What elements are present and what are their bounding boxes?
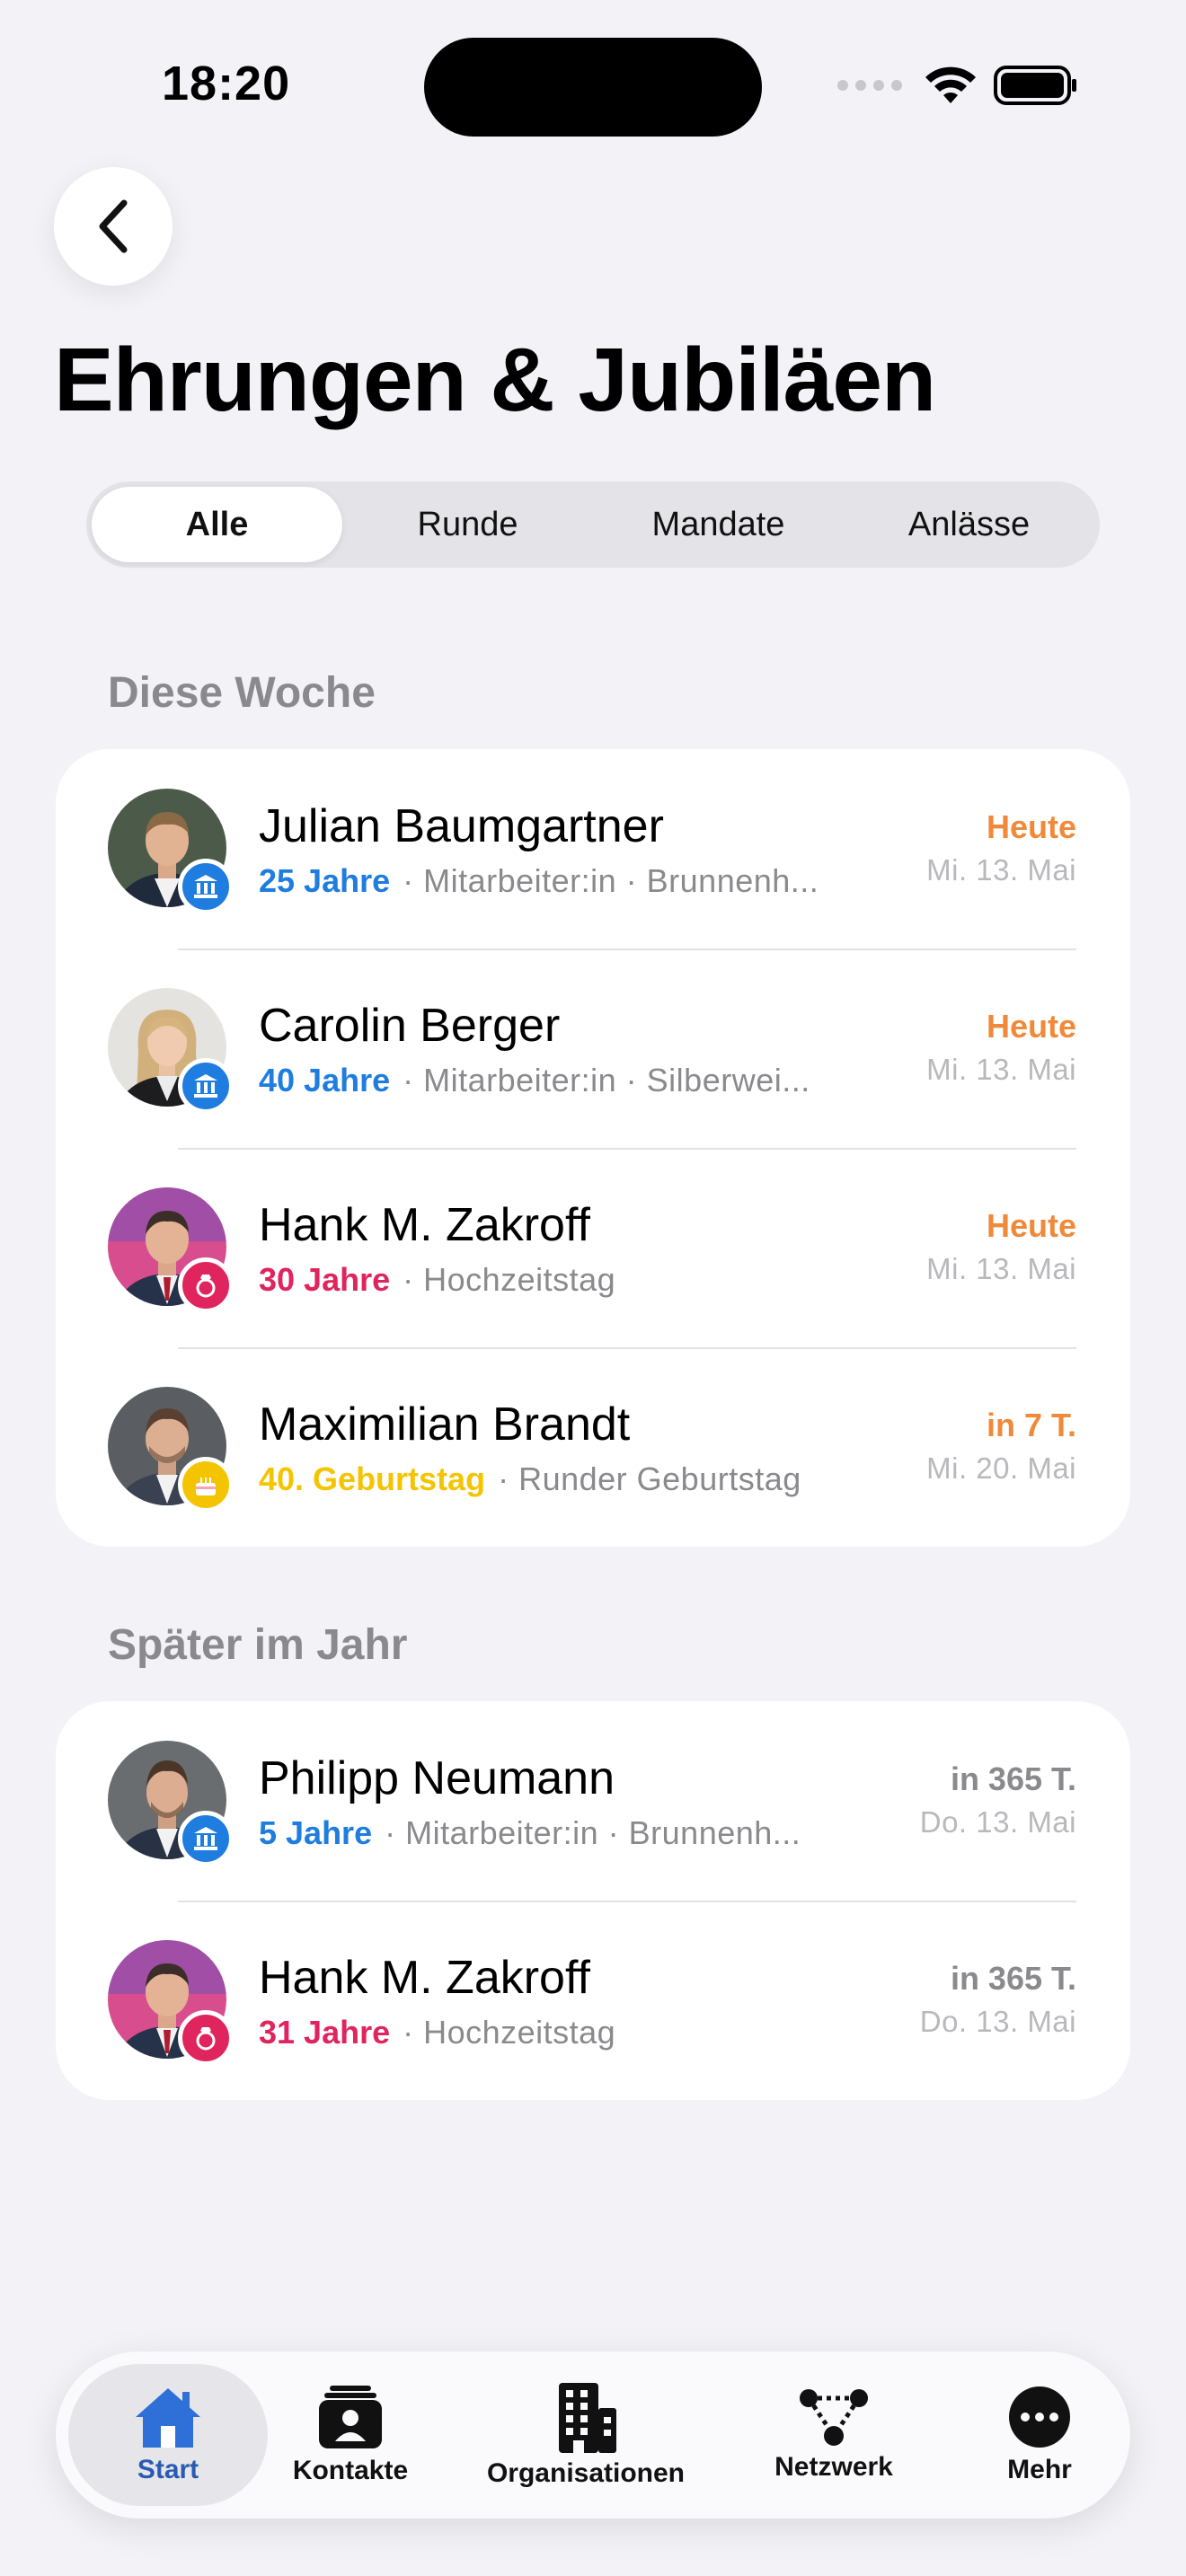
tab-start[interactable]: Start xyxy=(68,2364,268,2506)
row-meta: · Runder Geburtstag xyxy=(498,1460,801,1497)
anniversary-tag: 5 Jahre xyxy=(259,1814,373,1851)
relative-date: in 7 T. xyxy=(986,1407,1076,1443)
row-meta: · Mitarbeiter:in · Brunnenh... xyxy=(385,1814,801,1851)
contacts-icon xyxy=(319,2386,382,2448)
ring-icon xyxy=(178,1257,234,1313)
contact-name: Hank M. Zakroff xyxy=(259,1199,590,1251)
tab-netzwerk[interactable]: Netzwerk xyxy=(744,2364,924,2506)
battery-icon xyxy=(994,66,1076,105)
anniversary-tag: 40 Jahre xyxy=(259,1062,391,1098)
later-this-year-card: Philipp Neumann 5 Jahre · Mitarbeiter:in… xyxy=(56,1701,1130,2100)
cellular-signal-icon xyxy=(837,80,902,91)
tab-organisationen[interactable]: Organisationen xyxy=(478,2364,694,2506)
row-meta: · Hochzeitstag xyxy=(403,1261,616,1298)
anniversary-tag: 30 Jahre xyxy=(259,1261,391,1298)
dynamic-island xyxy=(424,38,762,137)
relative-date: Heute xyxy=(986,808,1076,845)
tab-label: Organisationen xyxy=(486,2458,686,2488)
anniversary-tag: 31 Jahre xyxy=(259,2014,391,2051)
list-item[interactable]: Carolin Berger 40 Jahre · Mitarbeiter:in… xyxy=(56,948,1130,1148)
wifi-icon xyxy=(925,66,976,103)
event-date: Do. 13. Mai xyxy=(919,2005,1076,2038)
row-meta: · Hochzeitstag xyxy=(403,2014,616,2051)
event-date: Mi. 13. Mai xyxy=(926,1252,1076,1285)
contact-name: Maximilian Brandt xyxy=(259,1398,631,1451)
network-icon xyxy=(800,2389,868,2446)
event-date: Mi. 20. Mai xyxy=(926,1451,1076,1485)
anniversary-tag: 40. Geburtstag xyxy=(259,1460,486,1497)
segment-alle[interactable]: Alle xyxy=(92,487,342,562)
section-title-this-week: Diese Woche xyxy=(108,669,376,717)
relative-date: in 365 T. xyxy=(950,1960,1076,1997)
row-subtitle: 40 Jahre · Mitarbeiter:in · Silberwei... xyxy=(259,1062,906,1099)
status-icons xyxy=(837,63,1078,108)
institution-icon xyxy=(178,859,234,914)
this-week-card: Julian Baumgartner 25 Jahre · Mitarbeite… xyxy=(56,749,1130,1547)
tab-mehr[interactable]: Mehr xyxy=(963,2364,1116,2506)
relative-date: Heute xyxy=(986,1008,1076,1045)
row-subtitle: 25 Jahre · Mitarbeiter:in · Brunnenh... xyxy=(259,862,906,900)
institution-icon xyxy=(178,1811,234,1866)
row-subtitle: 31 Jahre · Hochzeitstag xyxy=(259,2014,906,2051)
row-meta: · Mitarbeiter:in · Silberwei... xyxy=(403,1062,810,1098)
anniversary-tag: 25 Jahre xyxy=(259,862,391,899)
contact-name: Philipp Neumann xyxy=(259,1752,615,1804)
row-subtitle: 30 Jahre · Hochzeitstag xyxy=(259,1261,906,1299)
section-title-later-this-year: Später im Jahr xyxy=(108,1621,408,1669)
chevron-left-icon xyxy=(99,199,128,253)
segment-anlaesse[interactable]: Anlässe xyxy=(844,487,1094,562)
list-item[interactable]: Philipp Neumann 5 Jahre · Mitarbeiter:in… xyxy=(56,1701,1130,1901)
contact-name: Julian Baumgartner xyxy=(259,800,664,852)
segment-mandate[interactable]: Mandate xyxy=(593,487,844,562)
segment-runde[interactable]: Runde xyxy=(342,487,593,562)
house-icon xyxy=(136,2388,200,2448)
back-button[interactable] xyxy=(54,167,173,286)
relative-date: Heute xyxy=(986,1207,1076,1244)
tab-kontakte[interactable]: Kontakte xyxy=(277,2364,424,2506)
cake-icon xyxy=(178,1457,234,1513)
list-item[interactable]: Julian Baumgartner 25 Jahre · Mitarbeite… xyxy=(56,749,1130,948)
more-icon xyxy=(1009,2386,1070,2448)
event-date: Do. 13. Mai xyxy=(919,1805,1076,1839)
relative-date: in 365 T. xyxy=(950,1760,1076,1797)
filter-segmented-control: Alle Runde Mandate Anlässe xyxy=(86,481,1100,568)
tab-label: Mehr xyxy=(1007,2455,1072,2484)
honors-screen: 18:20 Ehrungen & Jubiläen Alle Runde Man… xyxy=(0,0,1186,2576)
row-subtitle: 40. Geburtstag · Runder Geburtstag xyxy=(259,1460,906,1498)
ring-icon xyxy=(178,2010,234,2066)
list-item[interactable]: Hank M. Zakroff 30 Jahre · Hochzeitstag … xyxy=(56,1148,1130,1347)
tab-label: Start xyxy=(137,2455,199,2484)
list-item[interactable]: Hank M. Zakroff 31 Jahre · Hochzeitstag … xyxy=(56,1901,1130,2100)
tab-bar: Start Kontakte Organisationen Netzwerk M… xyxy=(56,2351,1130,2519)
status-time: 18:20 xyxy=(162,57,291,110)
institution-icon xyxy=(178,1058,234,1114)
event-date: Mi. 13. Mai xyxy=(926,853,1076,887)
page-title: Ehrungen & Jubiläen xyxy=(54,330,936,430)
contact-name: Hank M. Zakroff xyxy=(259,1952,590,2004)
row-subtitle: 5 Jahre · Mitarbeiter:in · Brunnenh... xyxy=(259,1814,906,1852)
tab-label: Kontakte xyxy=(292,2456,409,2485)
list-item[interactable]: Maximilian Brandt 40. Geburtstag · Runde… xyxy=(56,1347,1130,1547)
tab-label: Netzwerk xyxy=(774,2452,893,2482)
building-icon xyxy=(559,2383,616,2453)
contact-name: Carolin Berger xyxy=(259,1000,561,1052)
event-date: Mi. 13. Mai xyxy=(926,1053,1076,1086)
row-meta: · Mitarbeiter:in · Brunnenh... xyxy=(403,862,819,899)
